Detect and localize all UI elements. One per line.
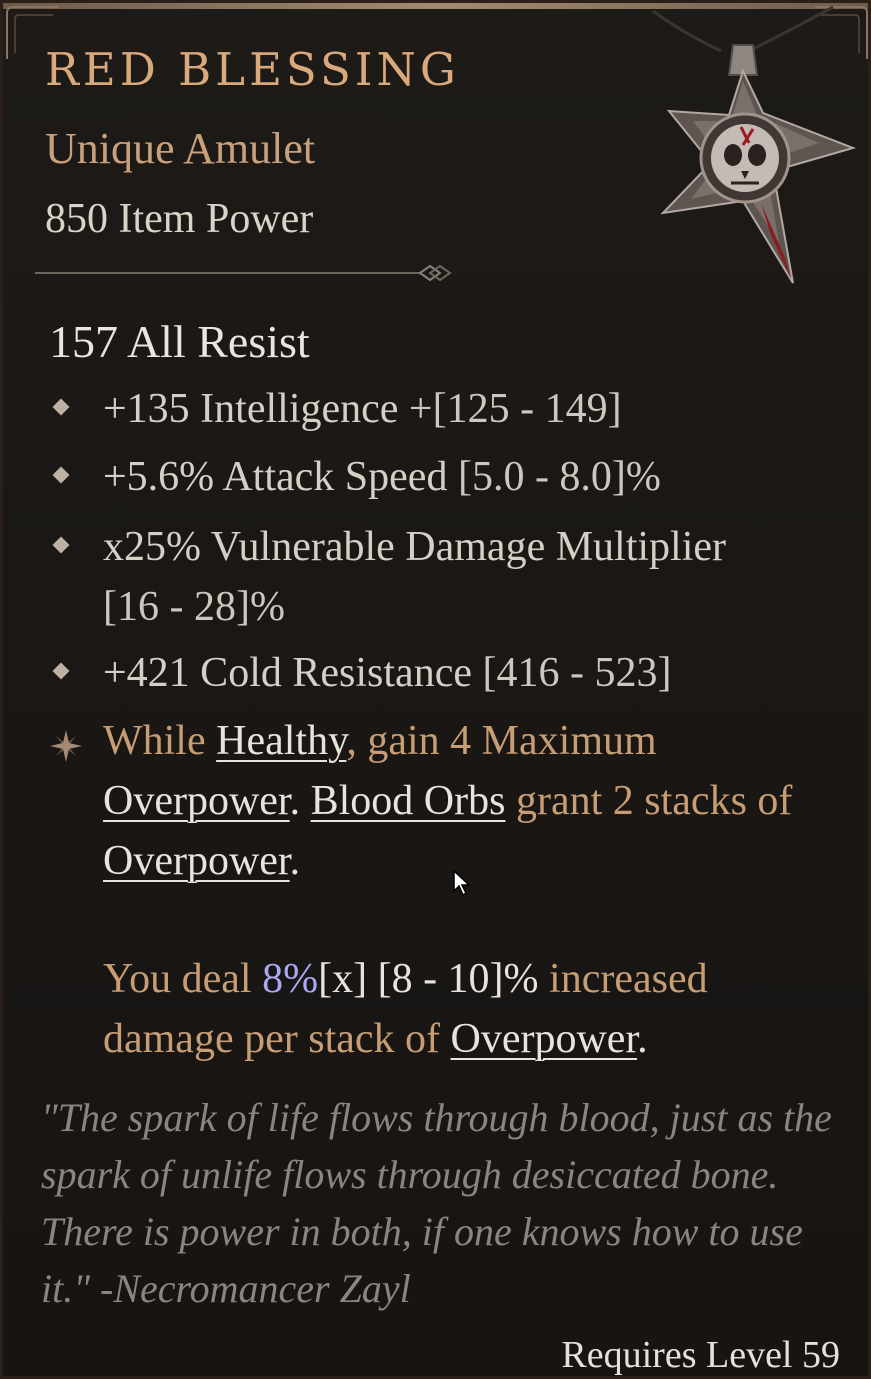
affix-value: +5.6% Attack Speed <box>103 454 448 500</box>
affix-row: +421 Cold Resistance [416 - 523] <box>49 643 839 703</box>
affix-row: x25% Vulnerable Damage Multiplier [16 - 2… <box>49 517 839 637</box>
flavor-text: "The spark of life flows through blood, … <box>41 1095 832 1311</box>
affix-range: +[125 - 149] <box>408 386 622 432</box>
keyword-healthy[interactable]: Healthy <box>216 718 346 764</box>
item-power: 850 Item Power <box>45 196 314 242</box>
required-level: Requires Level 59 <box>561 1334 840 1376</box>
keyword-overpower[interactable]: Overpower <box>451 1016 638 1062</box>
item-tooltip: RED BLESSING Unique Amulet 850 Item Powe… <box>0 0 871 1379</box>
skull-amulet-icon <box>652 5 857 284</box>
affix-row: +5.6% Attack Speed [5.0 - 8.0]% <box>49 447 839 507</box>
keyword-overpower[interactable]: Overpower <box>103 778 290 824</box>
affix-row: +135 Intelligence +[125 - 149] <box>49 379 839 439</box>
header-divider <box>35 264 452 282</box>
diamond-bullet-icon <box>52 536 70 554</box>
affix-range: [16 - 28]% <box>103 584 285 630</box>
power-value: 8% <box>262 956 319 1002</box>
affix-range: [5.0 - 8.0]% <box>457 454 661 500</box>
affix-value: x25% Vulnerable Damage Multiplier <box>103 524 727 570</box>
keyword-blood-orbs[interactable]: Blood Orbs <box>311 778 506 824</box>
affix-range: [416 - 523] <box>482 650 672 696</box>
unique-power: While Healthy, gain 4 Maximum Overpower.… <box>49 711 839 1069</box>
unique-star-icon <box>50 730 82 762</box>
item-name: RED BLESSING <box>45 43 460 96</box>
keyword-overpower[interactable]: Overpower <box>103 838 290 884</box>
diamond-bullet-icon <box>52 398 70 416</box>
affix-value: +421 Cold Resistance <box>103 650 472 696</box>
mouse-cursor-icon <box>453 869 471 897</box>
diamond-bullet-icon <box>52 466 70 484</box>
diamond-bullet-icon <box>52 662 70 680</box>
item-type: Unique Amulet <box>45 124 316 173</box>
implicit-stat: 157 All Resist <box>49 316 310 367</box>
affix-value: +135 Intelligence <box>103 386 399 432</box>
